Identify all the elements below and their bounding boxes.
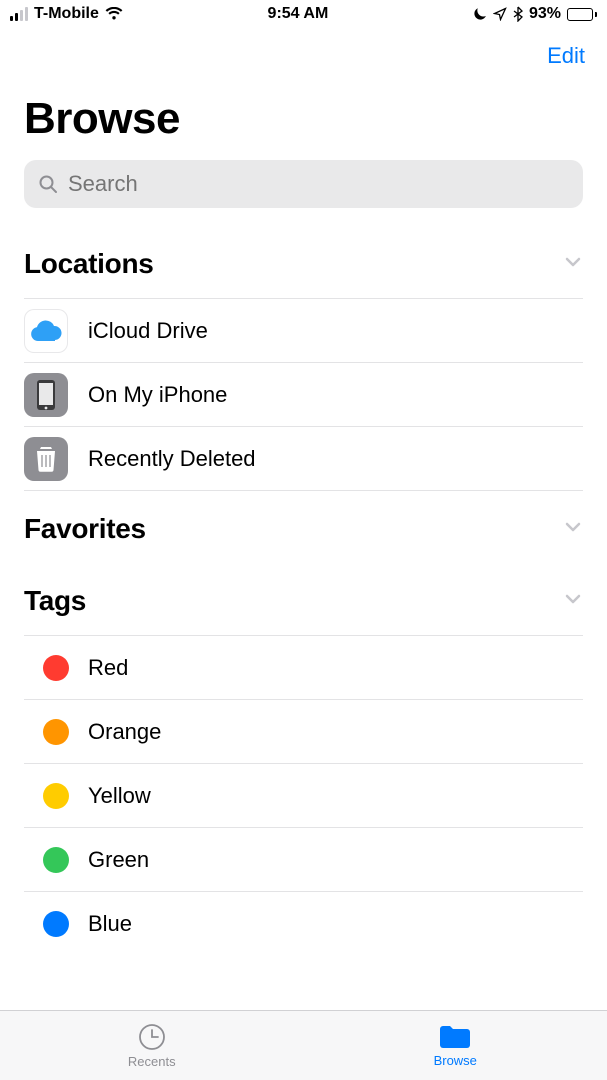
tab-label: Recents: [128, 1054, 176, 1069]
tag-label: Green: [88, 847, 149, 873]
page-title: Browse: [24, 94, 583, 144]
clock-icon: [137, 1022, 167, 1052]
location-label: iCloud Drive: [88, 318, 208, 344]
tab-bar: Recents Browse: [0, 1010, 607, 1080]
nav-bar: Edit: [0, 28, 607, 84]
tag-color-dot: [43, 655, 69, 681]
search-icon: [38, 174, 58, 194]
cloud-icon: [24, 309, 68, 353]
trash-icon: [24, 437, 68, 481]
tag-color-dot: [43, 719, 69, 745]
chevron-down-icon: [563, 252, 583, 277]
tab-browse[interactable]: Browse: [304, 1011, 607, 1080]
battery-percent: 93%: [529, 5, 561, 23]
tag-row-green[interactable]: Green: [24, 828, 583, 892]
location-icon: [493, 7, 507, 21]
search-field[interactable]: [24, 160, 583, 208]
search-input[interactable]: [68, 171, 569, 197]
tag-label: Red: [88, 655, 128, 681]
tag-row-blue[interactable]: Blue: [24, 892, 583, 956]
tag-row-orange[interactable]: Orange: [24, 700, 583, 764]
tag-label: Blue: [88, 911, 132, 937]
carrier-label: T-Mobile: [34, 5, 99, 23]
folder-icon: [438, 1023, 472, 1051]
status-bar: T-Mobile 9:54 AM 93%: [0, 0, 607, 28]
tag-color-dot: [43, 911, 69, 937]
location-label: On My iPhone: [88, 382, 227, 408]
edit-button[interactable]: Edit: [547, 43, 585, 69]
bluetooth-icon: [513, 6, 523, 22]
status-time: 9:54 AM: [123, 5, 473, 23]
locations-title: Locations: [24, 248, 154, 280]
location-row-recently-deleted[interactable]: Recently Deleted: [24, 427, 583, 491]
tab-label: Browse: [434, 1053, 477, 1068]
tag-color-dot: [43, 847, 69, 873]
favorites-section-header[interactable]: Favorites: [24, 491, 583, 563]
do-not-disturb-icon: [473, 7, 487, 21]
battery-icon: [567, 8, 597, 21]
tag-label: Orange: [88, 719, 161, 745]
tags-section-header[interactable]: Tags: [24, 563, 583, 635]
locations-section-header[interactable]: Locations: [24, 226, 583, 298]
location-label: Recently Deleted: [88, 446, 256, 472]
tab-recents[interactable]: Recents: [0, 1011, 304, 1080]
location-row-on-my-iphone[interactable]: On My iPhone: [24, 363, 583, 427]
favorites-title: Favorites: [24, 513, 146, 545]
chevron-down-icon: [563, 517, 583, 542]
tag-label: Yellow: [88, 783, 151, 809]
location-row-icloud[interactable]: iCloud Drive: [24, 299, 583, 363]
tag-row-red[interactable]: Red: [24, 636, 583, 700]
tag-color-dot: [43, 783, 69, 809]
chevron-down-icon: [563, 589, 583, 614]
tags-title: Tags: [24, 585, 86, 617]
wifi-icon: [105, 7, 123, 21]
signal-bars-icon: [10, 7, 28, 21]
iphone-icon: [24, 373, 68, 417]
tag-row-yellow[interactable]: Yellow: [24, 764, 583, 828]
page-title-wrap: Browse: [0, 84, 607, 160]
